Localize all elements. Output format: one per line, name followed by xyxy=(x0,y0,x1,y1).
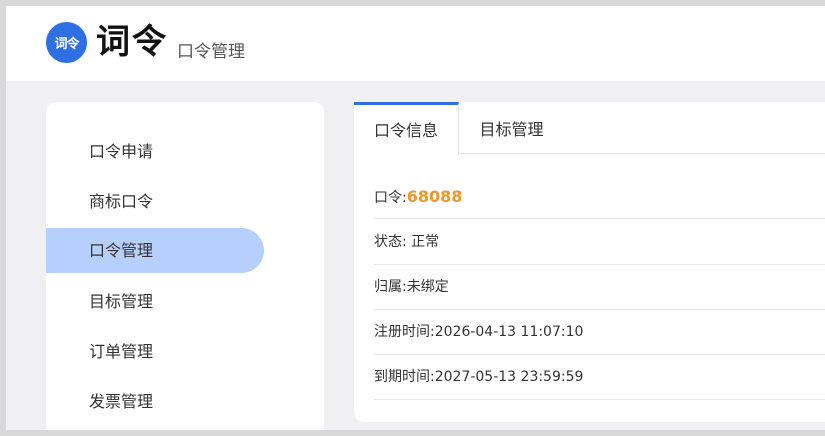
sidebar-item-code-manage[interactable]: 口令管理 xyxy=(46,228,264,273)
info-row-registered: 注册时间:2026-04-13 11:07:10 xyxy=(374,310,825,355)
info-row-owner: 归属:未绑定 xyxy=(374,265,825,310)
status-label: 状态: xyxy=(374,234,407,250)
code-value: 68088 xyxy=(406,187,463,206)
tab-code-info[interactable]: 口令信息 xyxy=(354,102,459,155)
page-title: 口令管理 xyxy=(177,42,245,62)
sidebar: 口令申请 商标口令 口令管理 目标管理 订单管理 发票管理 xyxy=(46,102,324,430)
owner-value: 未绑定 xyxy=(406,279,449,295)
header: 词令 词令 口令管理 xyxy=(6,6,825,81)
tab-bar: 口令信息 目标管理 xyxy=(354,102,825,155)
main-panel: 口令信息 目标管理 口令:68088 状态: 正常 归属:未绑定 注册时间:20… xyxy=(354,102,825,422)
logo-badge: 词令 xyxy=(46,22,87,63)
logo-text: 词令 xyxy=(96,22,168,62)
owner-label: 归属: xyxy=(374,279,407,295)
sidebar-item-code-apply[interactable]: 口令申请 xyxy=(46,129,264,174)
registered-value: 2026-04-13 11:07:10 xyxy=(434,324,584,340)
sidebar-item-target-manage[interactable]: 目标管理 xyxy=(46,279,264,324)
sidebar-item-order-manage[interactable]: 订单管理 xyxy=(46,329,264,374)
app-window: 词令 词令 口令管理 口令申请 商标口令 口令管理 目标管理 订单管理 发票管理… xyxy=(6,6,825,430)
code-label: 口令: xyxy=(374,190,407,206)
expires-label: 到期时间: xyxy=(374,369,435,385)
registered-label: 注册时间: xyxy=(374,324,435,340)
tab-target-manage[interactable]: 目标管理 xyxy=(459,102,564,154)
status-value: 正常 xyxy=(411,234,440,250)
expires-value: 2027-05-13 23:59:59 xyxy=(434,369,584,385)
sidebar-item-trademark-code[interactable]: 商标口令 xyxy=(46,179,264,224)
sidebar-item-invoice-manage[interactable]: 发票管理 xyxy=(46,379,264,424)
info-row-expires: 到期时间:2027-05-13 23:59:59 xyxy=(374,355,825,400)
info-row-code: 口令:68088 xyxy=(374,174,825,219)
info-row-status: 状态: 正常 xyxy=(374,220,825,265)
